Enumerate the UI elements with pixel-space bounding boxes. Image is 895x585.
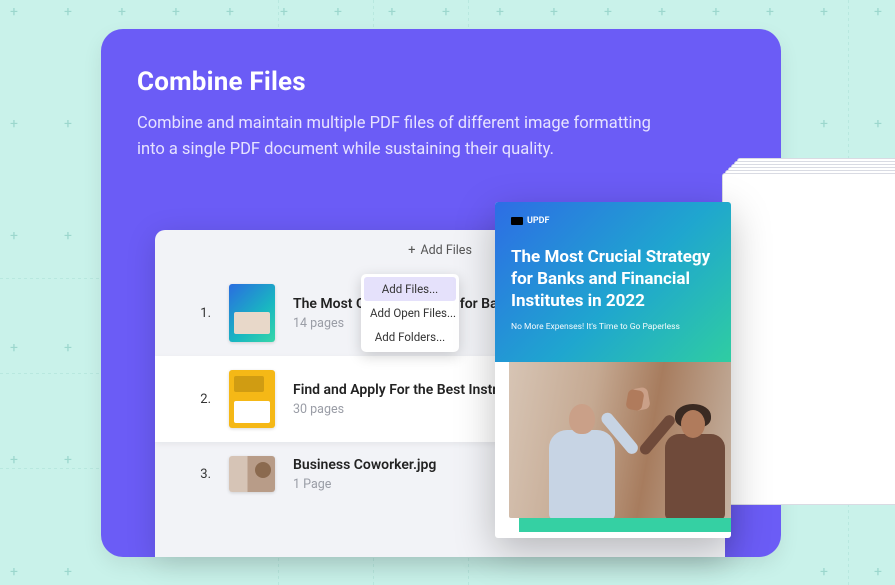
plus-icon: + xyxy=(408,243,415,258)
card-title: Combine Files xyxy=(137,67,745,97)
file-name: Business Coworker.jpg xyxy=(293,457,436,473)
file-index: 2. xyxy=(195,392,211,407)
document-preview: UPDF The Most Crucial Strategy for Banks… xyxy=(495,196,755,566)
doc-photo xyxy=(509,362,731,518)
file-index: 3. xyxy=(195,467,211,482)
file-pages: 1 Page xyxy=(293,477,436,492)
file-thumbnail xyxy=(229,370,275,428)
menu-item-add-files[interactable]: Add Files... xyxy=(364,277,456,301)
doc-logo-text: UPDF xyxy=(527,216,550,226)
file-index: 1. xyxy=(195,306,211,321)
menu-item-add-folders[interactable]: Add Folders... xyxy=(364,325,456,349)
file-thumbnail xyxy=(229,284,275,342)
doc-logo: UPDF xyxy=(511,216,715,226)
add-files-menu: Add Files... Add Open Files... Add Folde… xyxy=(361,274,459,352)
add-files-label: Add Files xyxy=(420,243,471,258)
card-description: Combine and maintain multiple PDF files … xyxy=(137,111,677,162)
file-thumbnail xyxy=(229,456,275,492)
doc-subtitle: No More Expenses! It's Time to Go Paperl… xyxy=(511,322,715,332)
menu-item-add-open-files[interactable]: Add Open Files... xyxy=(364,301,456,325)
doc-title: The Most Crucial Strategy for Banks and … xyxy=(511,246,715,312)
